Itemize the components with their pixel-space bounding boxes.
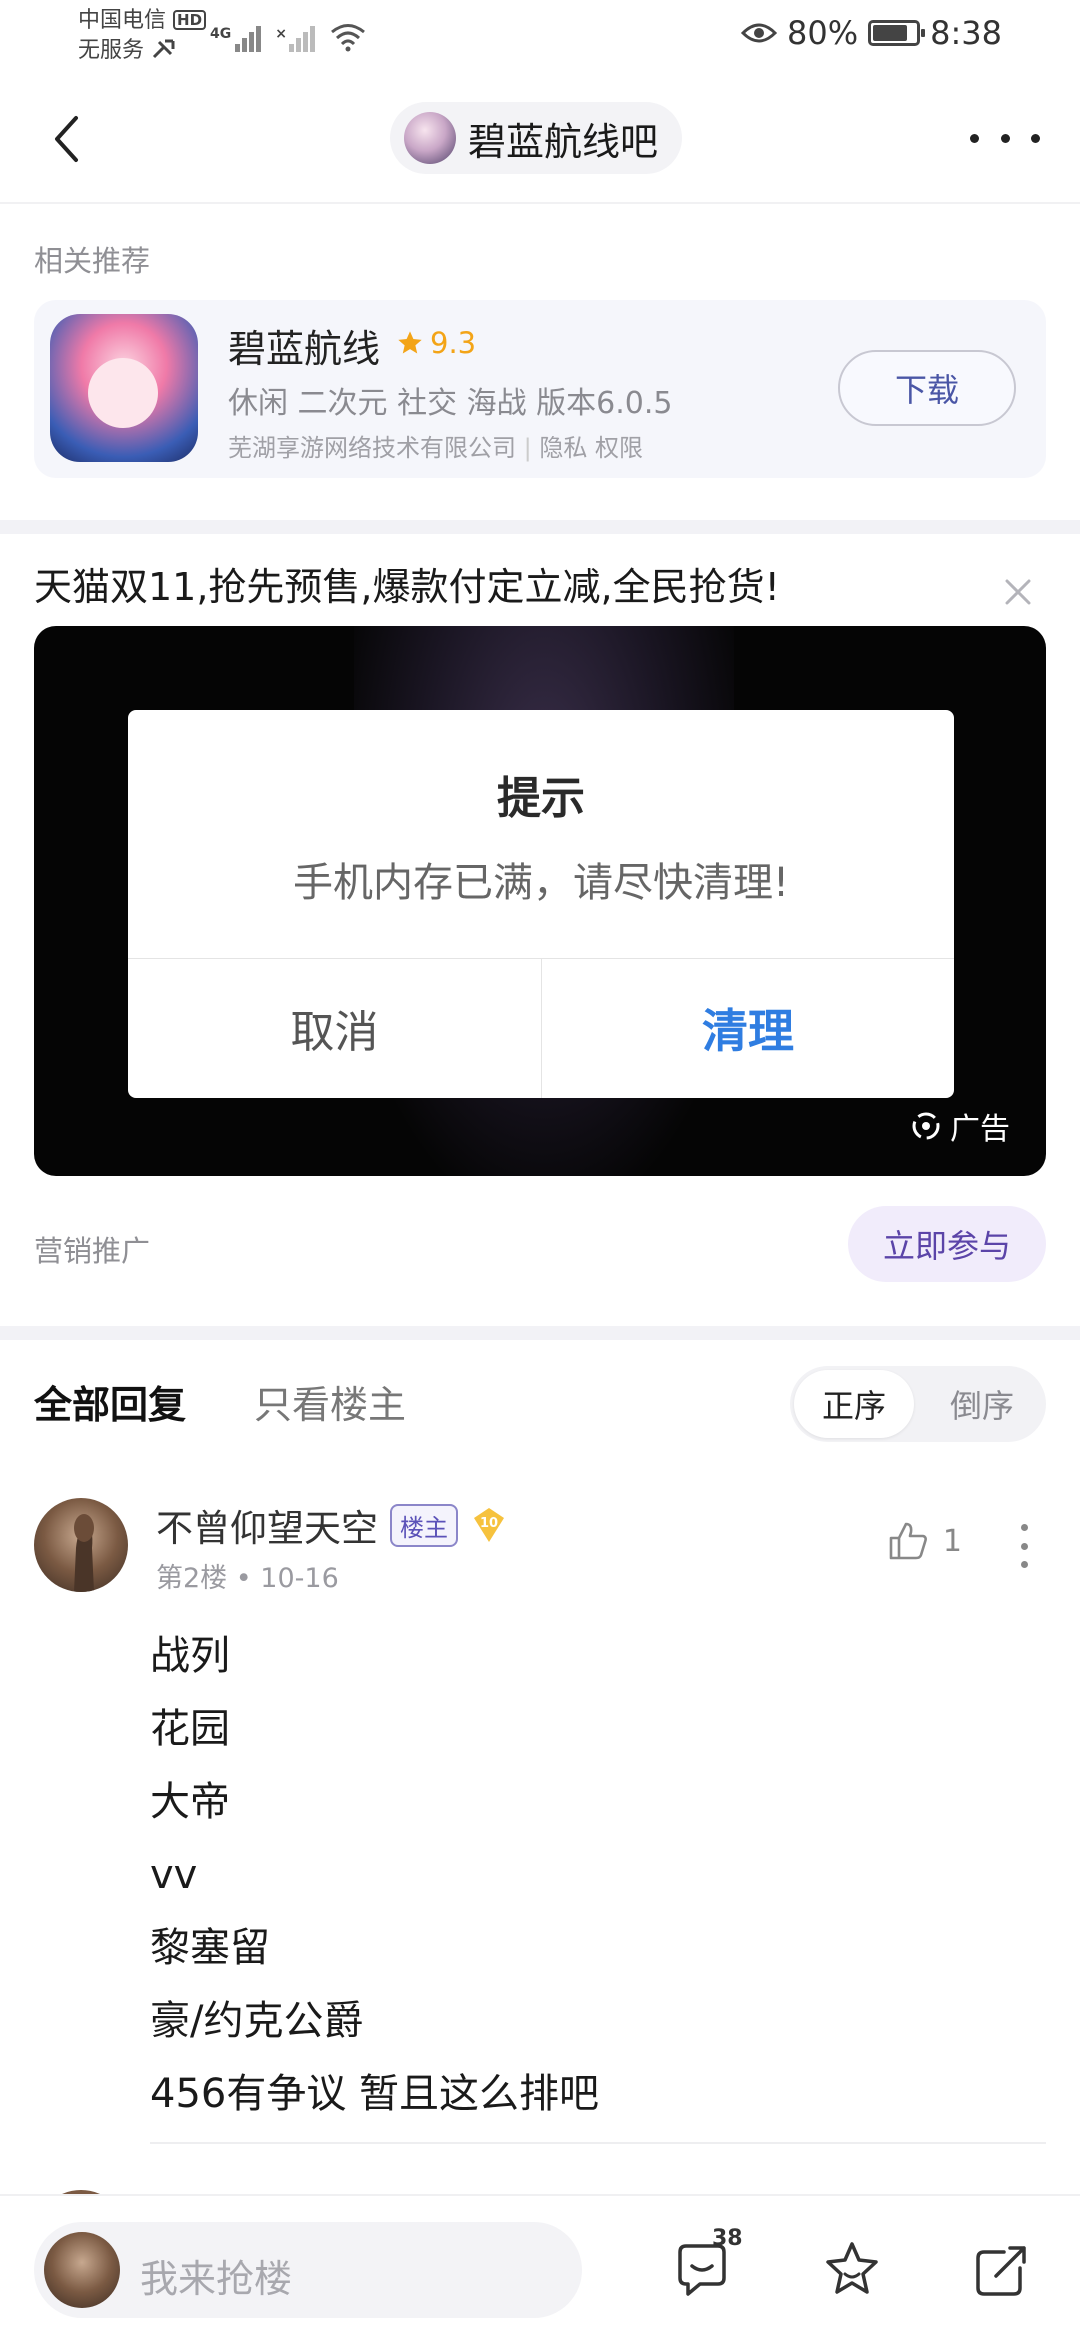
chevron-left-icon bbox=[55, 116, 78, 162]
post-line: 456有争议 暂且这么排吧 bbox=[150, 2071, 600, 2117]
level-badge: 10 bbox=[470, 1506, 508, 1544]
more-options-button[interactable] bbox=[970, 116, 1040, 160]
clock: 8:38 bbox=[930, 14, 1002, 52]
post-divider bbox=[150, 2142, 1046, 2144]
share-button[interactable] bbox=[970, 2238, 1034, 2302]
avatar[interactable] bbox=[34, 1498, 128, 1592]
close-icon bbox=[1005, 579, 1031, 605]
dialog-cancel-button[interactable]: 取消 bbox=[128, 958, 541, 1098]
sort-desc-button[interactable]: 倒序 bbox=[922, 1370, 1042, 1438]
rating-value: 9.3 bbox=[430, 326, 477, 360]
join-button[interactable]: 立即参与 bbox=[848, 1206, 1046, 1282]
tab-owner-only[interactable]: 只看楼主 bbox=[254, 1374, 406, 1429]
header-divider bbox=[0, 202, 1080, 204]
level-icon: 10 bbox=[474, 1508, 504, 1542]
app-recommend-card[interactable]: 碧蓝航线 9.3 休闲 二次元 社交 海战 版本6.0.5 芜湖享游网络技术有限… bbox=[34, 300, 1046, 478]
permissions-link[interactable]: 权限 bbox=[595, 434, 643, 462]
ad-media[interactable]: 提示 手机内存已满，请尽快清理! 取消 清理 广告 bbox=[34, 626, 1046, 1176]
section-separator bbox=[0, 1326, 1080, 1340]
forum-name: 碧蓝航线吧 bbox=[468, 119, 659, 164]
battery-icon bbox=[868, 20, 926, 46]
reply-input[interactable]: 我来抢楼 bbox=[34, 2222, 582, 2318]
ad-close-button[interactable] bbox=[1002, 576, 1034, 608]
user-avatar bbox=[44, 2232, 120, 2308]
back-button[interactable] bbox=[36, 104, 96, 174]
post-line: 战列 bbox=[150, 1633, 230, 1679]
sort-toggle: 正序 倒序 bbox=[790, 1366, 1046, 1442]
favorite-button[interactable] bbox=[820, 2238, 884, 2302]
signal-icons: 4G × bbox=[210, 16, 367, 52]
avatar-image bbox=[74, 1514, 94, 1592]
status-bar: 中国电信 HD 无服务 4G × 80% 8:38 bbox=[0, 0, 1080, 72]
post-content: 战列 花园 大帝 vv 黎塞留 豪/约克公爵 456有争议 暂且这么排吧 bbox=[150, 1620, 599, 2131]
like-count: 1 bbox=[942, 1523, 962, 1559]
hd-badge: HD bbox=[173, 10, 207, 30]
dot-icon bbox=[1020, 1561, 1028, 1568]
svg-text:10: 10 bbox=[480, 1516, 498, 1531]
app-icon bbox=[50, 314, 198, 462]
app-rating: 9.3 bbox=[396, 326, 476, 360]
eye-icon bbox=[741, 23, 778, 43]
share-icon bbox=[976, 2246, 1026, 2296]
related-section-title: 相关推荐 bbox=[34, 244, 151, 278]
fake-alert-dialog: 提示 手机内存已满，请尽快清理! 取消 清理 bbox=[128, 710, 954, 1098]
forum-title-pill[interactable]: 碧蓝航线吧 bbox=[390, 102, 683, 174]
battery-fill bbox=[873, 25, 908, 41]
ad-badge: 广告 bbox=[910, 1104, 1010, 1148]
post-line: 花园 bbox=[150, 1706, 230, 1752]
privacy-link[interactable]: 隐私 bbox=[539, 434, 587, 462]
author-name[interactable]: 不曾仰望天空 bbox=[156, 1498, 378, 1552]
post-author-row: 不曾仰望天空 楼主 10 bbox=[156, 1498, 508, 1552]
dialog-clean-button[interactable]: 清理 bbox=[542, 958, 954, 1098]
dialog-title: 提示 bbox=[497, 773, 585, 824]
status-right: 80% 8:38 bbox=[741, 14, 1002, 52]
dot-icon bbox=[1000, 133, 1010, 143]
dialog-message: 手机内存已满，请尽快清理! bbox=[292, 860, 790, 906]
bottom-bar: 我来抢楼 38 bbox=[0, 2194, 1080, 2340]
tab-all-replies[interactable]: 全部回复 bbox=[34, 1374, 186, 1429]
post-meta: 第2楼 • 10-16 bbox=[156, 1563, 339, 1594]
thumbs-up-icon bbox=[889, 1522, 927, 1560]
dot-icon bbox=[1020, 1524, 1028, 1531]
forum-avatar bbox=[404, 112, 456, 164]
post-line: 黎塞留 bbox=[150, 1925, 270, 1971]
app-developer: 芜湖享游网络技术有限公司 bbox=[228, 434, 516, 462]
ad-title[interactable]: 天猫双11,抢先预售,爆款付定立减,全民抢货! bbox=[34, 556, 780, 611]
section-separator bbox=[0, 520, 1080, 534]
floor-number: 第2楼 bbox=[156, 1563, 228, 1594]
dot-icon bbox=[1020, 1542, 1028, 1550]
post-date: 10-16 bbox=[260, 1563, 339, 1594]
network-type: 4G bbox=[210, 26, 232, 42]
ad-logo-icon bbox=[912, 1112, 940, 1140]
post-line: 豪/约克公爵 bbox=[150, 1998, 364, 2044]
no-signal-icon bbox=[152, 39, 175, 59]
post-more-button[interactable] bbox=[1018, 1524, 1030, 1568]
app-tags: 休闲 二次元 社交 海战 版本6.0.5 bbox=[228, 386, 673, 421]
reply-placeholder: 我来抢楼 bbox=[140, 2257, 293, 2301]
app-icon-face bbox=[88, 358, 158, 428]
post-line: 大帝 bbox=[150, 1779, 230, 1825]
star-outline-icon bbox=[826, 2242, 878, 2294]
post-line: vv bbox=[150, 1852, 198, 1898]
star-icon bbox=[398, 331, 422, 354]
app-name: 碧蓝航线 bbox=[228, 327, 381, 371]
cell-signal-2-icon: × bbox=[275, 26, 315, 52]
app-developer-line: 芜湖享游网络技术有限公司 | 隐私 权限 bbox=[228, 434, 643, 462]
download-button[interactable]: 下载 bbox=[838, 350, 1016, 426]
ad-badge-label: 广告 bbox=[950, 1112, 1010, 1147]
battery-percent: 80% bbox=[787, 14, 859, 52]
sort-asc-button[interactable]: 正序 bbox=[794, 1370, 914, 1438]
dot-icon bbox=[1031, 133, 1040, 143]
no-service-text: 无服务 bbox=[78, 38, 145, 63]
carrier-name: 中国电信 bbox=[78, 8, 167, 33]
owner-badge: 楼主 bbox=[390, 1503, 458, 1547]
carrier-info: 中国电信 HD 无服务 bbox=[78, 6, 207, 66]
dot-icon bbox=[970, 133, 979, 143]
promo-label: 营销推广 bbox=[34, 1234, 151, 1268]
comment-count: 38 bbox=[712, 2226, 743, 2251]
page-header: 碧蓝航线吧 bbox=[0, 96, 1080, 186]
wifi-icon bbox=[331, 24, 365, 52]
like-button[interactable]: 1 bbox=[887, 1520, 962, 1562]
cell-signal-icon: 4G bbox=[210, 26, 262, 52]
